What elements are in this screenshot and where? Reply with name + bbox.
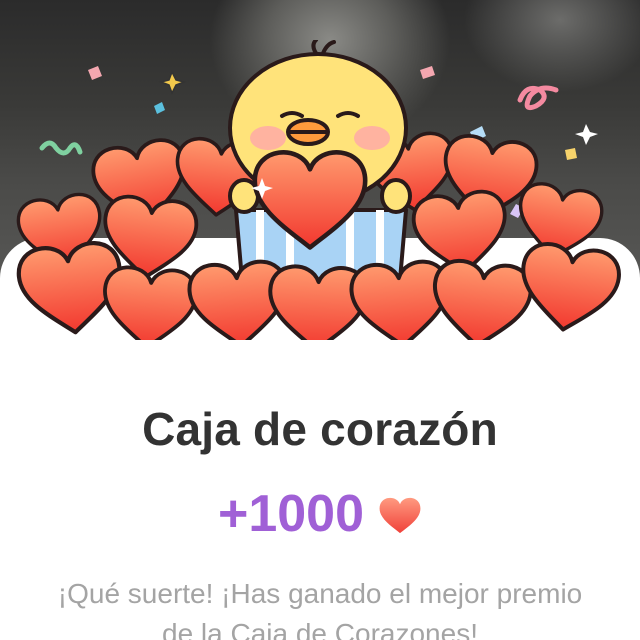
reward-amount-row: +1000 — [0, 484, 640, 544]
reward-message: ¡Qué suerte! ¡Has ganado el mejor premio… — [57, 578, 583, 640]
reward-screen: Caja de corazón +1000 ¡Qué suerte! ¡Has … — [0, 0, 640, 640]
chick-character — [228, 40, 412, 282]
heart-box-illustration — [14, 40, 625, 340]
reward-title: Caja de corazón — [142, 403, 498, 455]
reward-amount: +1000 — [217, 485, 365, 543]
heart-icon — [379, 497, 421, 534]
